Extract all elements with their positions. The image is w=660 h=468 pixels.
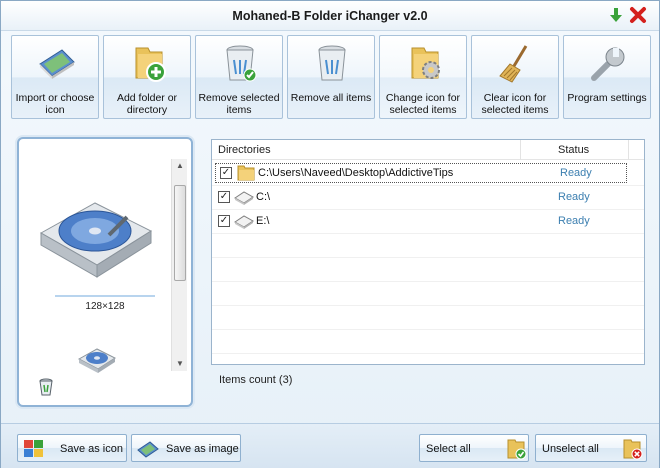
tool-label: Remove selected items bbox=[198, 92, 280, 116]
row-status: Ready bbox=[558, 191, 590, 203]
status-column-header[interactable]: Status bbox=[558, 144, 589, 156]
scroll-thumb[interactable] bbox=[174, 185, 186, 281]
tool-label: Change icon for selected items bbox=[385, 92, 461, 116]
folder-icon bbox=[236, 164, 256, 182]
icon-preview-list: 128×128 bbox=[25, 143, 169, 377]
bottom-bar: Save as icon Save as image Select all Un… bbox=[1, 423, 659, 468]
column-divider bbox=[520, 140, 521, 160]
windows-icon bbox=[22, 438, 46, 460]
tool-label: Import or choose icon bbox=[15, 92, 95, 116]
folder-remove-icon bbox=[620, 438, 644, 460]
recycle-bin-icon bbox=[312, 42, 352, 84]
tool-label: Program settings bbox=[567, 92, 647, 104]
icon-preview-pane: 128×128 ▲ ▼ bbox=[17, 137, 193, 407]
recycle-bin-check-icon bbox=[220, 42, 260, 84]
row-status: Ready bbox=[560, 167, 592, 179]
close-icon[interactable] bbox=[629, 6, 647, 24]
row-divider bbox=[212, 329, 644, 330]
row-path: C:\ bbox=[256, 191, 271, 203]
row-divider bbox=[212, 281, 644, 282]
add-folder-button[interactable]: Add folder or directory bbox=[103, 35, 191, 119]
preview-scrollbar[interactable]: ▲ ▼ bbox=[171, 159, 187, 371]
scroll-down-arrow-icon[interactable]: ▼ bbox=[172, 357, 188, 371]
program-settings-button[interactable]: Program settings bbox=[563, 35, 651, 119]
minimize-down-arrow-icon[interactable] bbox=[607, 6, 625, 24]
select-all-label: Select all bbox=[426, 443, 471, 455]
tool-label: Remove all items bbox=[290, 92, 372, 104]
hard-drive-icon-large[interactable] bbox=[35, 173, 155, 283]
row-checkbox[interactable]: ✓ bbox=[218, 191, 230, 203]
size-divider bbox=[55, 295, 155, 297]
broom-icon bbox=[496, 42, 536, 84]
tool-label: Clear icon for selected items bbox=[481, 92, 549, 116]
directories-column-header[interactable]: Directories bbox=[218, 144, 271, 156]
clear-icon-button[interactable]: Clear icon for selected items bbox=[471, 35, 559, 119]
directories-list: Directories Status ✓ C:\Users\Naveed\Des… bbox=[211, 139, 645, 365]
app-window: Mohaned-B Folder iChanger v2.0 Import or… bbox=[0, 0, 660, 468]
folder-gear-icon bbox=[404, 42, 444, 84]
row-divider bbox=[212, 353, 644, 354]
row-path: C:\Users\Naveed\Desktop\AddictiveTips bbox=[258, 167, 454, 179]
hard-drive-icon-small[interactable] bbox=[77, 339, 117, 375]
row-checkbox[interactable]: ✓ bbox=[218, 215, 230, 227]
scroll-up-arrow-icon[interactable]: ▲ bbox=[172, 159, 188, 173]
title-bar: Mohaned-B Folder iChanger v2.0 bbox=[1, 1, 659, 31]
unselect-all-label: Unselect all bbox=[542, 443, 599, 455]
folder-check-icon bbox=[504, 438, 528, 460]
list-row[interactable]: ✓ E:\ Ready bbox=[212, 210, 644, 232]
tool-label: Add folder or directory bbox=[116, 92, 178, 116]
row-divider bbox=[212, 257, 644, 258]
picture-icon bbox=[136, 438, 160, 460]
row-status: Ready bbox=[558, 215, 590, 227]
window-title: Mohaned-B Folder iChanger v2.0 bbox=[232, 9, 428, 23]
row-divider bbox=[212, 305, 644, 306]
wrench-icon bbox=[588, 42, 628, 84]
import-icon-button[interactable]: Import or choose icon bbox=[11, 35, 99, 119]
row-divider bbox=[212, 233, 644, 234]
row-checkbox[interactable]: ✓ bbox=[220, 167, 232, 179]
list-header: Directories Status bbox=[212, 140, 644, 160]
recycle-bin-icon[interactable] bbox=[37, 377, 55, 397]
select-all-button[interactable]: Select all bbox=[419, 434, 529, 462]
icon-size-label: 128×128 bbox=[85, 301, 125, 312]
save-as-image-label: Save as image bbox=[166, 443, 239, 455]
unselect-all-button[interactable]: Unselect all bbox=[535, 434, 647, 462]
remove-all-button[interactable]: Remove all items bbox=[287, 35, 375, 119]
save-as-image-button[interactable]: Save as image bbox=[131, 434, 241, 462]
remove-selected-button[interactable]: Remove selected items bbox=[195, 35, 283, 119]
drive-icon bbox=[234, 212, 254, 230]
change-icon-button[interactable]: Change icon for selected items bbox=[379, 35, 467, 119]
picture-icon bbox=[36, 42, 76, 84]
toolbar: Import or choose icon Add folder or dire… bbox=[11, 35, 651, 121]
row-path: E:\ bbox=[256, 215, 270, 227]
save-as-icon-label: Save as icon bbox=[60, 443, 123, 455]
list-row[interactable]: ✓ C:\Users\Naveed\Desktop\AddictiveTips … bbox=[214, 162, 628, 184]
column-divider bbox=[628, 140, 629, 160]
drive-icon bbox=[234, 188, 254, 206]
folder-add-icon bbox=[128, 42, 168, 84]
save-as-icon-button[interactable]: Save as icon bbox=[17, 434, 127, 462]
list-row[interactable]: ✓ C:\ Ready bbox=[212, 186, 644, 208]
items-count-label: Items count (3) bbox=[219, 374, 293, 386]
